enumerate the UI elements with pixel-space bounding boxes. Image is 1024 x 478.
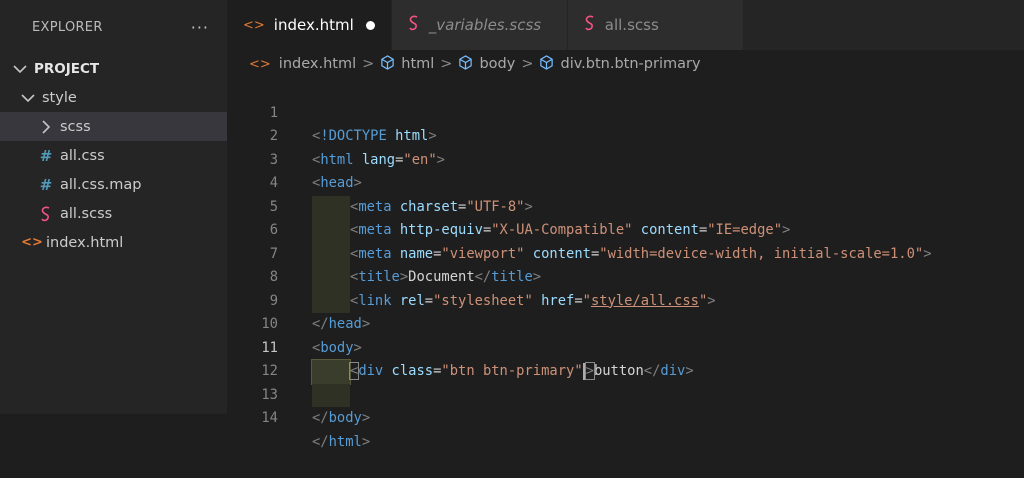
sass-file-icon <box>408 15 420 35</box>
code-editor[interactable]: 1 <!DOCTYPE html> 2 <html lang="en"> 3 <… <box>227 78 1024 450</box>
html-file-icon: <> <box>21 235 43 250</box>
html-file-icon: <> <box>249 56 271 72</box>
tree-folder-scss[interactable]: scss <box>0 112 227 141</box>
breadcrumb-item[interactable]: div.btn.btn-primary <box>560 56 700 72</box>
code-text: </body> <box>312 410 371 426</box>
code-line[interactable]: 8 <link rel="stylesheet" href="style/all… <box>227 243 1024 313</box>
chevron-right-icon: > <box>362 56 375 72</box>
code-line[interactable]: 2 <html lang="en"> <box>227 102 1024 168</box>
line-number: 14 <box>261 410 278 426</box>
tree-item-label: all.css <box>60 147 105 164</box>
code-line[interactable]: 1 <!DOCTYPE html> <box>227 78 1024 145</box>
code-text: </html> <box>312 433 371 450</box>
css-file-icon: # <box>39 146 53 165</box>
tab-label: _variables.scss <box>428 16 542 34</box>
code-line-current[interactable]: 11 <div class="btn btn-primary" >button</… <box>227 313 1024 385</box>
tree-item-label: style <box>42 89 77 106</box>
breadcrumb-item[interactable]: html <box>401 56 434 72</box>
sass-file-icon <box>38 206 54 222</box>
tab-bar: <> index.html _variables.scss all.scss <box>227 0 1024 50</box>
cube-icon <box>380 54 395 74</box>
tree-file-all-scss[interactable]: all.scss <box>0 199 227 228</box>
tab-index-html[interactable]: <> index.html <box>227 0 392 50</box>
code-line[interactable]: 3 <head> <box>227 125 1024 192</box>
chevron-right-icon <box>36 119 56 134</box>
tab-all-scss[interactable]: all.scss <box>567 0 744 50</box>
breadcrumb-item[interactable]: index.html <box>279 56 356 72</box>
explorer-sidebar: EXPLORER ··· PROJECT style scss # all.cs… <box>0 0 227 414</box>
explorer-title: EXPLORER <box>32 19 103 35</box>
html-file-icon: <> <box>243 17 265 33</box>
project-label: PROJECT <box>34 60 100 77</box>
tree-folder-style[interactable]: style <box>0 83 227 112</box>
code-line[interactable]: 5 <meta http-equiv="X-UA-Compatible" con… <box>227 172 1024 243</box>
breadcrumb: <> index.html > html > body > div.btn.bt… <box>227 50 1024 78</box>
tree-file-all-css-map[interactable]: # all.css.map <box>0 170 227 199</box>
tab-variables-scss[interactable]: _variables.scss <box>391 0 568 50</box>
chevron-down-icon <box>18 93 38 103</box>
unsaved-dot-icon[interactable] <box>365 20 375 30</box>
tab-label: all.scss <box>604 16 659 34</box>
tree-item-label: all.scss <box>60 205 113 222</box>
tab-label: index.html <box>273 16 354 34</box>
tree-file-all-css[interactable]: # all.css <box>0 141 227 170</box>
code-line[interactable]: 7 <title>Document</title> <box>227 219 1024 290</box>
tree-file-index-html[interactable]: <> index.html <box>0 228 227 257</box>
tree-item-label: index.html <box>46 234 124 251</box>
more-actions-icon[interactable]: ··· <box>191 18 209 37</box>
tree-item-label: all.css.map <box>60 176 142 193</box>
cube-icon <box>539 54 554 74</box>
chevron-down-icon <box>10 64 30 74</box>
chevron-right-icon: > <box>440 56 453 72</box>
editor-area: <> index.html _variables.scss all.scss <… <box>227 0 1024 450</box>
code-line[interactable]: 10 <body> <box>227 290 1024 356</box>
breadcrumb-item[interactable]: body <box>479 56 515 72</box>
code-line[interactable]: 13 </body> <box>227 360 1024 427</box>
code-line[interactable]: 4 <meta charset="UTF-8"> <box>227 149 1024 219</box>
css-file-icon: # <box>39 175 53 194</box>
cube-icon <box>458 54 473 74</box>
code-line[interactable]: 6 <meta name="viewport" content="width=d… <box>227 196 1024 266</box>
code-line[interactable]: 12 <box>227 337 1024 407</box>
sass-file-icon <box>584 15 596 35</box>
project-section[interactable]: PROJECT <box>0 54 227 83</box>
code-line[interactable]: 9 </head> <box>227 266 1024 333</box>
chevron-right-icon: > <box>521 56 534 72</box>
code-line[interactable]: 14 </html> <box>227 384 1024 450</box>
explorer-header: EXPLORER ··· <box>0 0 227 54</box>
tree-item-label: scss <box>60 118 91 135</box>
